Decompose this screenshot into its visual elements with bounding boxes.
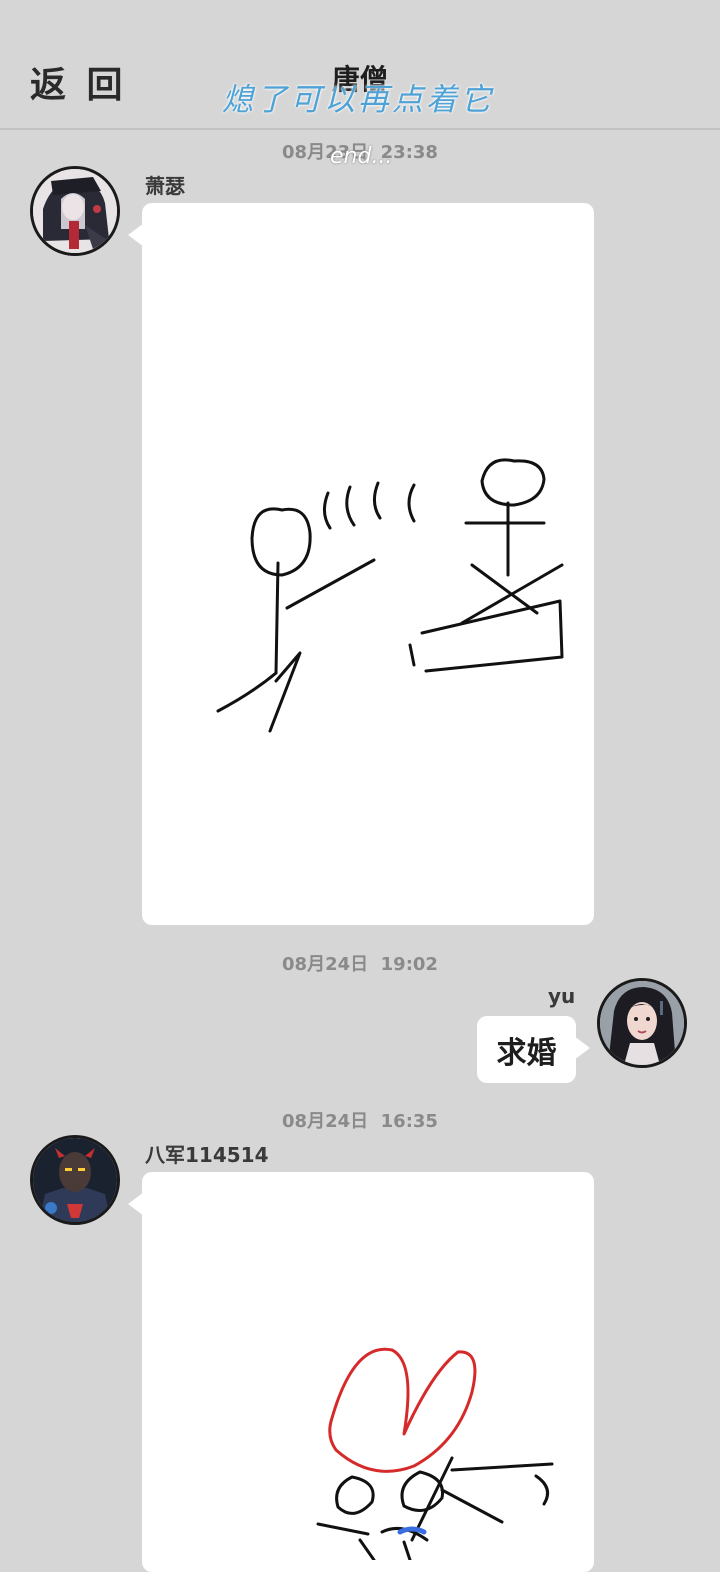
message-timestamp: 08月24日 19:02 <box>282 954 438 975</box>
overlay-end-text: end... <box>330 144 393 169</box>
bubble-tail <box>574 1036 590 1060</box>
sender-name: 萧瑟 <box>145 174 185 198</box>
sender-name: 八军114514 <box>145 1143 269 1167</box>
dark-warrior-avatar-icon <box>33 1138 117 1222</box>
chat-header: 返 回 唐僧 熄了可以再点着它 <box>0 0 720 130</box>
text-message-bubble[interactable]: 求婚 <box>477 1016 590 1083</box>
stick-figure-drawing <box>216 458 564 733</box>
woman-portrait-avatar-icon <box>600 981 684 1065</box>
drawing-message-bubble[interactable] <box>128 1172 594 1572</box>
woman-portrait-avatar[interactable] <box>597 978 687 1068</box>
rabbit-drawing <box>316 1347 554 1560</box>
overlay-caption: 熄了可以再点着它 <box>222 82 494 118</box>
message-timestamp: 08月24日 16:35 <box>282 1111 438 1132</box>
sender-name: yu <box>548 984 576 1008</box>
anime-girl-avatar[interactable] <box>30 166 120 256</box>
message-text: 求婚 <box>496 1035 557 1071</box>
drawing-message-bubble[interactable] <box>128 203 594 925</box>
anime-girl-avatar-icon <box>33 169 117 253</box>
dark-warrior-avatar[interactable] <box>30 1135 120 1225</box>
